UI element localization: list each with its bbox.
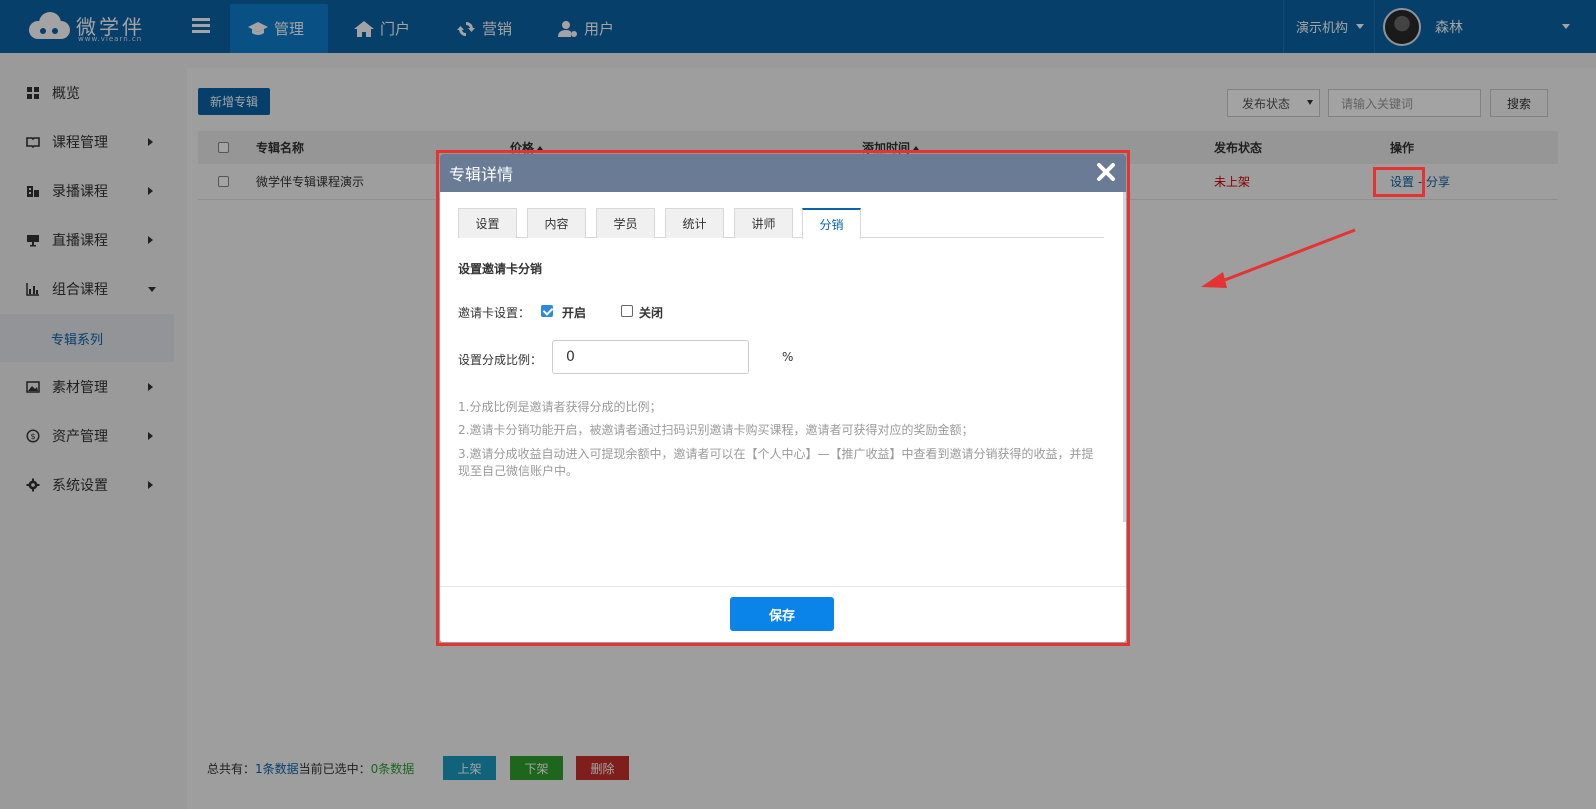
modal-tabs: 设置 内容 学员 统计 讲师 分销: [458, 208, 1104, 239]
ratio-input[interactable]: 0: [552, 340, 749, 374]
section-title: 设置邀请卡分销: [458, 262, 543, 276]
ratio-label: 设置分成比例：: [458, 353, 543, 367]
album-detail-modal: 专辑详情 设置 内容 学员 统计 讲师 分销 设置邀请卡分销 邀请卡设置： 开启…: [440, 154, 1126, 642]
tab-lecturer[interactable]: 讲师: [734, 208, 793, 238]
invite-setting-label: 邀请卡设置：: [458, 306, 531, 320]
tab-content[interactable]: 内容: [527, 208, 586, 238]
note-3: 3.邀请分成收益自动进入可提现余额中，邀请者可以在【个人中心】—【推广收益】中查…: [458, 447, 1094, 478]
modal-header: 专辑详情: [440, 154, 1126, 192]
note-2: 2.邀请卡分销功能开启，被邀请者通过扫码识别邀请卡购买课程，邀请者可获得对应的奖…: [458, 423, 974, 437]
ratio-unit: %: [782, 350, 794, 364]
invite-disable-checkbox[interactable]: [621, 305, 633, 317]
save-button[interactable]: 保存: [730, 597, 834, 631]
annotation-highlight-box: [1373, 167, 1425, 197]
modal-title: 专辑详情: [449, 165, 514, 184]
close-icon[interactable]: [1096, 162, 1116, 182]
invite-enable-label: 开启: [562, 306, 587, 320]
annotation-arrow-icon: [1201, 228, 1356, 288]
invite-enable-checkbox[interactable]: [541, 305, 553, 317]
invite-disable-label: 关闭: [639, 306, 664, 320]
tab-students[interactable]: 学员: [596, 208, 655, 238]
modal-scrollbar[interactable]: [1123, 192, 1126, 522]
tab-distribution[interactable]: 分销: [802, 208, 861, 239]
tab-statistics[interactable]: 统计: [665, 208, 724, 238]
tab-settings[interactable]: 设置: [458, 208, 517, 238]
note-1: 1.分成比例是邀请者获得分成的比例；: [458, 400, 662, 414]
